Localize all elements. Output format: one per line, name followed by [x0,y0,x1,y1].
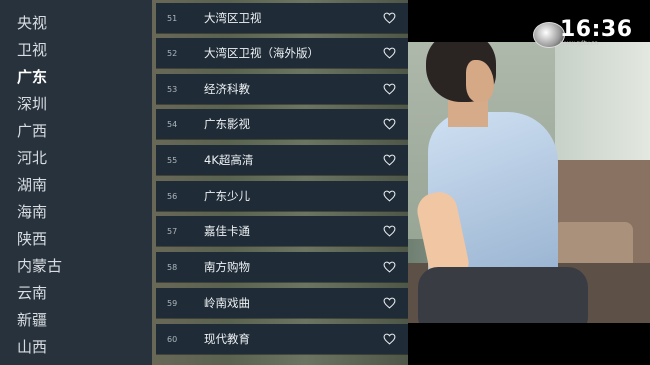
channel-name: 岭南戏曲 [204,296,250,310]
province-item[interactable]: 广西 [17,120,47,141]
channel-row[interactable]: 54 广东影视 [156,109,408,139]
channel-number: 52 [167,48,178,58]
province-item-active[interactable]: 广东 [17,66,47,87]
channel-number: 54 [167,119,178,129]
heart-outline-icon[interactable] [379,257,399,277]
heart-outline-icon[interactable] [379,293,399,313]
channel-name: 嘉佳卡通 [204,224,250,238]
channel-row[interactable]: 52 大湾区卫视（海外版） [156,38,408,68]
heart-outline-icon[interactable] [379,221,399,241]
channel-name: 现代教育 [204,332,250,346]
province-item[interactable]: 新疆 [17,309,47,330]
channel-row[interactable]: 57 嘉佳卡通 [156,216,408,246]
heart-outline-icon[interactable] [379,8,399,28]
channel-row[interactable]: 56 广东少儿 [156,181,408,211]
heart-outline-icon[interactable] [379,329,399,349]
video-preview [408,42,650,323]
channel-number: 51 [167,13,178,23]
channel-name: 经济科教 [204,82,250,96]
province-item[interactable]: 海南 [17,201,47,222]
channel-name: 广东影视 [204,117,250,131]
channel-row[interactable]: 60 现代教育 [156,324,408,354]
channel-name: 广东少儿 [204,189,250,203]
province-item[interactable]: 卫视 [17,39,47,60]
channel-number: 58 [167,262,178,272]
province-item[interactable]: 云南 [17,282,47,303]
channel-row[interactable]: 53 经济科教 [156,74,408,104]
channel-number: 59 [167,298,178,308]
province-item[interactable]: 河北 [17,147,47,168]
province-item[interactable]: 陕西 [17,228,47,249]
channel-row[interactable]: 55 4K超高清 [156,145,408,175]
province-item[interactable]: 内蒙古 [17,255,62,276]
heart-outline-icon[interactable] [379,43,399,63]
channel-row[interactable]: 51 大湾区卫视 [156,3,408,33]
channel-number: 57 [167,226,178,236]
channel-number: 56 [167,191,178,201]
province-list: 央视 卫视 广东 深圳 广西 河北 湖南 海南 陕西 内蒙古 云南 新疆 山西 [0,0,152,365]
heart-outline-icon[interactable] [379,150,399,170]
channel-number: 53 [167,84,178,94]
channel-name: 4K超高清 [204,153,254,167]
channel-list: 51 大湾区卫视 52 大湾区卫视（海外版） 53 经济科教 54 广东影视 5… [152,0,408,365]
channel-name: 大湾区卫视 [204,11,262,25]
channel-name: 南方购物 [204,260,250,274]
province-item[interactable]: 央视 [17,12,47,33]
province-item[interactable]: 深圳 [17,93,47,114]
channel-row[interactable]: 59 岭南戏曲 [156,288,408,318]
watermark-url: www.gdtv.cn [560,40,599,47]
heart-outline-icon[interactable] [379,79,399,99]
heart-outline-icon[interactable] [379,186,399,206]
province-item[interactable]: 山西 [17,336,47,357]
channel-row[interactable]: 58 南方购物 [156,252,408,282]
channel-number: 55 [167,155,178,165]
clock-time: 16:36 [560,17,633,42]
province-item[interactable]: 湖南 [17,174,47,195]
heart-outline-icon[interactable] [379,114,399,134]
channel-name: 大湾区卫视（海外版） [204,46,319,60]
channel-number: 60 [167,334,178,344]
